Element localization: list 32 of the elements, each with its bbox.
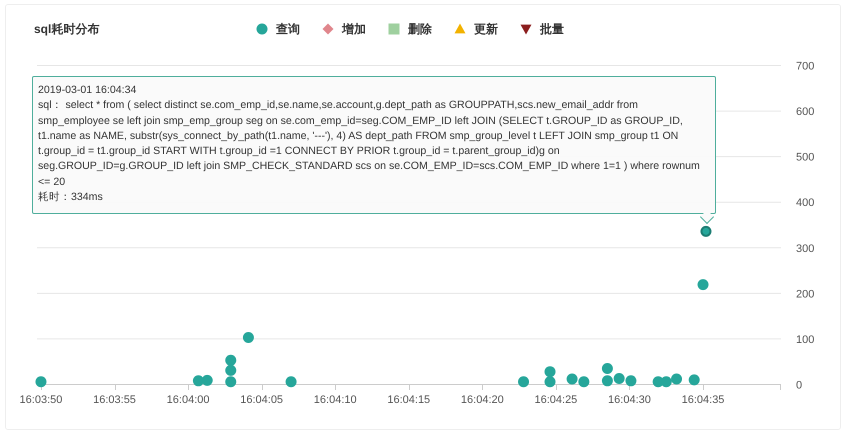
y-axis-label: 300 — [796, 242, 814, 255]
y-axis-label: 0 — [796, 380, 802, 392]
y-axis-label: 100 — [796, 334, 814, 346]
tooltip-duration: 耗时：334ms — [38, 190, 104, 206]
legend-label[interactable]: 删除 — [408, 20, 432, 38]
y-axis-label: 200 — [796, 288, 814, 300]
y-axis-label: 600 — [796, 106, 814, 118]
tooltip-sql-line: smp_employee se left join smp_emp_group seg on se.com_emp_id=seg.COM_EMP_ID left JOIN (SELECT t.GROUP_ID as GROUP_ID, — [38, 114, 684, 129]
tooltip-sql-line: t1.name as NAME, substr(sys_connect_by_path(t1.name, '---'), 4) AS dept_path FROM smp_group_level t LEFT JOIN smp_group t1 ON — [38, 128, 680, 144]
legend-label[interactable]: 增加 — [342, 20, 366, 38]
x-axis-label: 16:04:00 — [166, 394, 210, 406]
x-axis-label: 16:04:05 — [240, 394, 284, 406]
x-axis-label: 16:04:35 — [682, 394, 724, 406]
tooltip-sql-line: seg.GROUP_ID=g.GROUP_ID left join SMP_CHECK_STANDARD scs on se.COM_EMP_ID=scs.COM_EMP_ID where 1=1 ) where rownum — [38, 159, 701, 174]
tooltip-sql-line: t.group_id = t1.group_id START WITH t.group_id =1 CONNECT BY PRIOR t.group_id = t.parent_group_id)g on — [38, 144, 561, 160]
x-axis-label: 16:03:55 — [93, 394, 136, 406]
x-axis-label: 16:04:15 — [387, 394, 430, 406]
tooltip-time: 2019-03-01 16:04:34 — [38, 83, 138, 98]
tooltip-sql-line: sql： select * from ( select distinct se.com_emp_id,se.name,se.account,g.dept_path as GROUPPATH,scs.new_email_addr from — [38, 98, 639, 114]
tooltip-sql-line: <= 20 — [38, 174, 66, 190]
legend-label[interactable]: 更新 — [474, 20, 498, 38]
y-axis-label: 400 — [796, 197, 814, 210]
legend-label[interactable]: 查询 — [276, 20, 300, 38]
x-axis-label: 16:04:20 — [460, 394, 504, 406]
legend-label[interactable]: 批量 — [540, 20, 564, 38]
x-axis-label: 16:03:50 — [20, 394, 62, 406]
x-axis-label: 16:04:25 — [534, 394, 578, 406]
panel-title: sql耗时分布 — [34, 20, 100, 38]
x-axis-label: 16:04:10 — [314, 394, 357, 406]
y-axis-label: 700 — [796, 60, 814, 72]
x-axis-label: 16:04:30 — [608, 394, 651, 406]
y-axis-label: 500 — [796, 152, 814, 164]
